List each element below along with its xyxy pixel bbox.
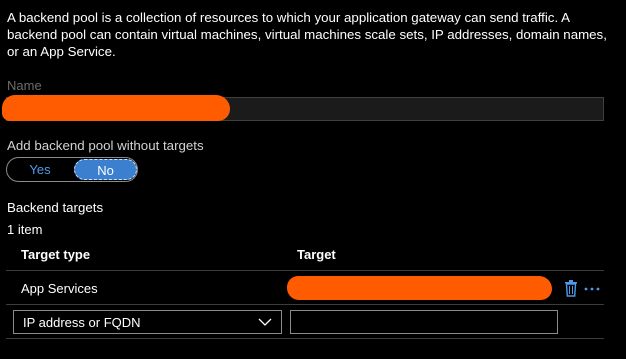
- row-divider: [6, 304, 604, 305]
- name-label: Name: [7, 78, 42, 93]
- row-target-type: App Services: [21, 281, 98, 296]
- toggle-no-option[interactable]: No: [74, 159, 137, 180]
- chevron-down-icon: [258, 318, 272, 326]
- without-targets-toggle[interactable]: Yes No: [6, 157, 138, 182]
- pool-description: A backend pool is a collection of resour…: [7, 10, 607, 59]
- trash-icon[interactable]: [564, 280, 578, 297]
- ellipsis-icon[interactable]: [583, 279, 601, 296]
- toggle-yes-option[interactable]: Yes: [7, 158, 73, 181]
- column-header-target-type: Target type: [21, 247, 91, 262]
- bottom-divider: [6, 338, 604, 339]
- target-redaction: [287, 276, 552, 300]
- target-type-select-value: IP address or FQDN: [23, 315, 141, 330]
- backend-targets-title: Backend targets: [7, 200, 104, 215]
- header-divider: [6, 270, 604, 271]
- item-count: 1 item: [7, 222, 43, 237]
- target-input[interactable]: [290, 310, 558, 334]
- target-type-select[interactable]: IP address or FQDN: [13, 310, 282, 334]
- column-header-target: Target: [297, 247, 336, 262]
- name-redaction: [2, 95, 230, 121]
- without-targets-label: Add backend pool without targets: [7, 138, 204, 153]
